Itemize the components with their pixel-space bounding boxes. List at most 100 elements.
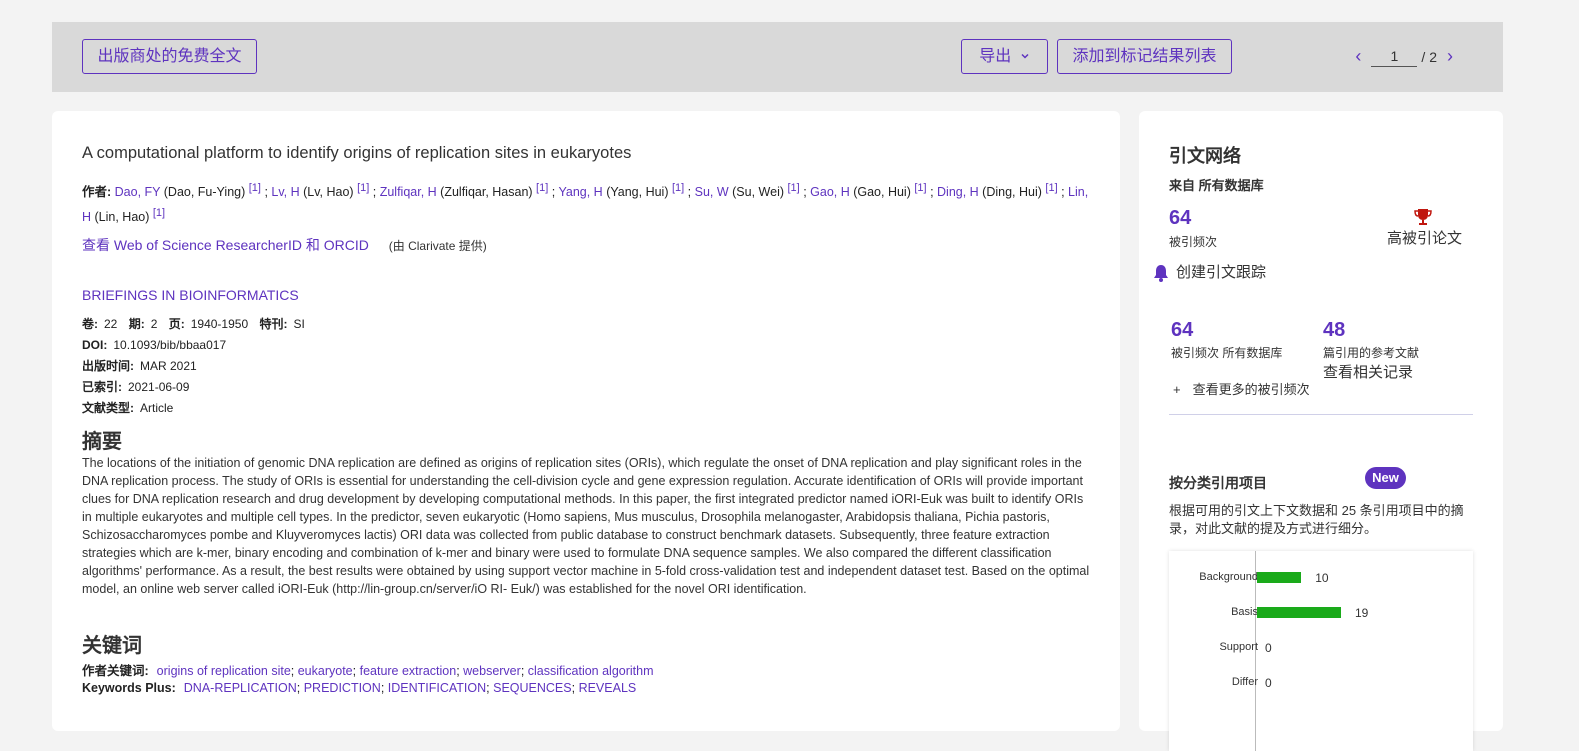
author-full-name: (Ding, Hui) xyxy=(978,185,1046,200)
chevron-left-icon[interactable]: ‹ xyxy=(1345,46,1371,67)
all-db-cited-count[interactable]: 64 xyxy=(1171,319,1193,342)
keyword-separator: ; xyxy=(380,681,388,695)
author-separator: ; xyxy=(260,185,272,200)
add-to-marked-list-button[interactable]: 添加到标记结果列表 xyxy=(1057,39,1232,74)
more-cited-label: 查看更多的被引频次 xyxy=(1192,382,1310,397)
author-link[interactable]: Yang, H xyxy=(558,185,602,199)
highly-cited-link[interactable]: 高被引论文 xyxy=(1387,227,1462,248)
chart-bar[interactable] xyxy=(1257,572,1302,583)
author-keyword-link[interactable]: classification algorithm xyxy=(528,664,654,678)
chart-category-label: Support xyxy=(1219,641,1258,653)
chevron-right-icon[interactable]: › xyxy=(1437,46,1463,67)
pages-label: 页: xyxy=(168,317,185,331)
author-link[interactable]: Dao, FY xyxy=(115,185,161,199)
researcher-id-link[interactable]: 查看 Web of Science ResearcherID 和 ORCID xyxy=(82,237,369,253)
chart-value-label: 0 xyxy=(1265,641,1272,655)
record-title: A computational platform to identify ori… xyxy=(82,144,632,162)
sidebar-divider xyxy=(1169,414,1473,415)
authors-line: 作者: Dao, FY (Dao, Fu-Ying) [1] ; Lv, H (… xyxy=(82,178,1092,228)
author-affiliation-link[interactable]: [1] xyxy=(1045,182,1057,194)
abstract-heading: 摘要 xyxy=(82,431,122,453)
special-issue-label: 特刊: xyxy=(259,317,288,331)
author-keywords-label: 作者关键词: xyxy=(82,664,149,678)
classified-citations-description: 根据可用的引文上下文数据和 25 条引用项目中的摘录，对此文献的提及方式进行细分… xyxy=(1169,503,1464,536)
chevron-down-icon xyxy=(1021,53,1029,59)
bibliographic-metadata: 卷: 22 期: 2 页: 1940-1950 特刊: SI DOI: 10.1093/b… xyxy=(82,314,313,419)
author-keyword-link[interactable]: feature extraction xyxy=(360,664,457,678)
author-affiliation-link[interactable]: [1] xyxy=(536,182,548,194)
doi-value: 10.1093/bib/bbaa017 xyxy=(113,338,227,352)
chart-value-label: 10 xyxy=(1315,571,1329,585)
cited-references-count[interactable]: 48 xyxy=(1323,319,1345,342)
author-full-name: (Yang, Hui) xyxy=(602,185,672,200)
volume-value: 22 xyxy=(104,317,118,331)
chart-bar[interactable] xyxy=(1257,607,1341,618)
author-affiliation-link[interactable]: [1] xyxy=(672,182,684,194)
author-keyword-link[interactable]: webserver xyxy=(463,664,521,678)
author-separator: ; xyxy=(684,185,695,200)
indexed-label: 已索引: xyxy=(82,380,122,394)
more-cited-link[interactable]: + 查看更多的被引频次 xyxy=(1173,379,1310,398)
author-link[interactable]: Su, W xyxy=(695,185,729,199)
author-link[interactable]: Ding, H xyxy=(937,185,979,199)
chart-value-label: 19 xyxy=(1355,606,1369,620)
keyword-separator: ; xyxy=(571,681,579,695)
chart-category-label: Basis xyxy=(1231,606,1258,618)
keyword-separator: ; xyxy=(290,664,298,678)
trophy-icon xyxy=(1414,209,1432,225)
doctype-label: 文献类型: xyxy=(82,401,134,415)
volume-label: 卷: xyxy=(82,317,98,331)
pages-value: 1940-1950 xyxy=(190,317,249,331)
author-full-name: (Su, Wei) xyxy=(728,185,788,200)
author-keywords-row: 作者关键词: origins of replication site; eukar… xyxy=(82,660,654,679)
create-citation-alert-link[interactable]: 创建引文跟踪 xyxy=(1176,261,1266,282)
author-affiliation-link[interactable]: [1] xyxy=(357,182,369,194)
author-link[interactable]: Gao, H xyxy=(810,185,850,199)
author-affiliation-link[interactable]: [1] xyxy=(787,182,799,194)
journal-link[interactable]: BRIEFINGS IN BIOINFORMATICS xyxy=(82,287,299,303)
times-cited-label: 被引频次 xyxy=(1169,235,1218,249)
keywords-heading: 关键词 xyxy=(82,635,142,657)
author-separator: ; xyxy=(548,185,559,200)
keywords-plus-label: Keywords Plus: xyxy=(82,681,176,695)
author-affiliation-link[interactable]: [1] xyxy=(914,182,926,194)
author-keyword-link[interactable]: eukaryote xyxy=(298,664,353,678)
citation-source: 来自 所有数据库 xyxy=(1169,178,1264,193)
export-label: 导出 xyxy=(979,48,1012,65)
pubdate-value: MAR 2021 xyxy=(140,359,197,373)
author-full-name: (Zulfiqar, Hasan) xyxy=(436,185,537,200)
citation-classification-chart: Background 10 Basis 19 Support 0 Differ 0 xyxy=(1169,551,1473,751)
keyword-plus-link[interactable]: IDENTIFICATION xyxy=(388,681,486,695)
related-records-link[interactable]: 查看相关记录 xyxy=(1323,361,1413,382)
citation-network-title: 引文网络 xyxy=(1169,146,1241,166)
times-cited-count[interactable]: 64 xyxy=(1169,207,1191,230)
keywords-plus-row: Keywords Plus: DNA-REPLICATION; PREDICTIO… xyxy=(82,681,636,695)
all-db-cited-label: 被引频次 所有数据库 xyxy=(1171,346,1283,360)
author-full-name: (Lin, Hao) xyxy=(91,210,153,225)
author-affiliation-link[interactable]: [1] xyxy=(153,207,165,219)
abstract-text: The locations of the initiation of genom… xyxy=(82,456,1090,596)
author-link[interactable]: Zulfiqar, H xyxy=(380,185,437,199)
keyword-plus-link[interactable]: PREDICTION xyxy=(304,681,381,695)
keyword-plus-link[interactable]: DNA-REPLICATION xyxy=(184,681,297,695)
page-number-input[interactable] xyxy=(1371,46,1418,67)
pubdate-label: 出版时间: xyxy=(82,359,134,373)
author-keyword-link[interactable]: origins of replication site xyxy=(157,664,291,678)
keyword-plus-link[interactable]: SEQUENCES xyxy=(493,681,572,695)
researcher-id-note: (由 Clarivate 提供) xyxy=(388,239,487,253)
author-link[interactable]: Lv, H xyxy=(271,185,299,199)
free-fulltext-button[interactable]: 出版商处的免费全文 xyxy=(82,39,257,74)
plus-icon: + xyxy=(1173,382,1181,397)
export-button[interactable]: 导出 xyxy=(961,39,1048,74)
page-total: / 2 xyxy=(1421,48,1437,65)
citation-network-panel: 引文网络 来自 所有数据库 64 被引频次 高被引论文 创建引文跟踪 64 被引… xyxy=(1139,111,1503,751)
special-issue-value: SI xyxy=(293,317,305,331)
cited-references-label: 篇引用的参考文献 xyxy=(1323,346,1420,360)
keyword-plus-link[interactable]: REVEALS xyxy=(579,681,637,695)
issue-label: 期: xyxy=(128,317,145,331)
author-full-name: (Dao, Fu-Ying) xyxy=(160,185,249,200)
researcher-id-row: 查看 Web of Science ResearcherID 和 ORCID (… xyxy=(82,235,487,255)
author-affiliation-link[interactable]: [1] xyxy=(249,182,261,194)
record-detail-card: A computational platform to identify ori… xyxy=(52,111,1120,731)
keyword-separator: ; xyxy=(352,664,360,678)
